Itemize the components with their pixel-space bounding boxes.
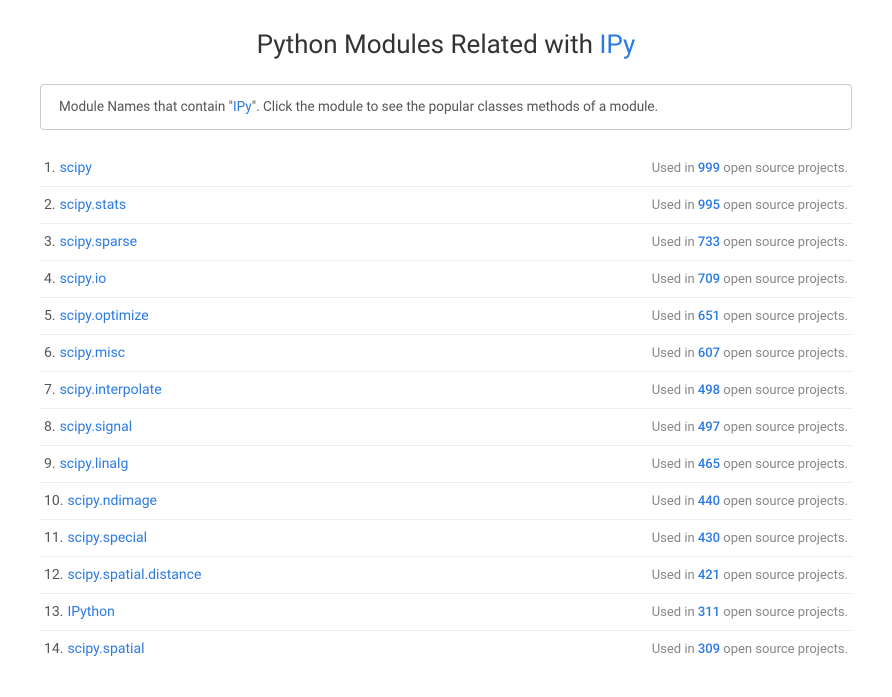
module-usage: Used in 498 open source projects. xyxy=(652,383,848,398)
module-rank: 3. xyxy=(44,234,56,250)
module-rank: 4. xyxy=(44,271,56,287)
usage-count: 651 xyxy=(698,309,720,324)
module-usage: Used in 311 open source projects. xyxy=(652,605,848,620)
module-left: 9.scipy.linalg xyxy=(44,456,128,472)
page-title: Python Modules Related with IPy xyxy=(40,30,852,60)
module-rank: 2. xyxy=(44,197,56,213)
module-usage: Used in 465 open source projects. xyxy=(652,457,848,472)
module-rank: 12. xyxy=(44,567,63,583)
module-link[interactable]: scipy.special xyxy=(67,530,147,546)
usage-count: 497 xyxy=(698,420,720,435)
module-usage: Used in 430 open source projects. xyxy=(652,531,848,546)
module-link[interactable]: IPython xyxy=(67,604,114,620)
usage-count: 311 xyxy=(698,605,720,620)
list-item: 3.scipy.sparse Used in 733 open source pr… xyxy=(40,224,852,261)
list-item: 12.scipy.spatial.distance Used in 421 ope… xyxy=(40,557,852,594)
module-left: 7.scipy.interpolate xyxy=(44,382,162,398)
module-link[interactable]: scipy.linalg xyxy=(60,456,129,472)
module-link[interactable]: scipy.misc xyxy=(60,345,126,361)
module-link[interactable]: scipy xyxy=(60,160,92,176)
module-link[interactable]: scipy.stats xyxy=(60,197,127,213)
list-item: 9.scipy.linalg Used in 465 open source pr… xyxy=(40,446,852,483)
list-item: 1.scipy Used in 999 open source projects. xyxy=(40,150,852,187)
module-left: 10.scipy.ndimage xyxy=(44,493,157,509)
module-left: 1.scipy xyxy=(44,160,92,176)
module-list: 1.scipy Used in 999 open source projects.… xyxy=(40,150,852,667)
module-rank: 13. xyxy=(44,604,63,620)
list-item: 4.scipy.io Used in 709 open source projec… xyxy=(40,261,852,298)
module-left: 2.scipy.stats xyxy=(44,197,126,213)
module-rank: 11. xyxy=(44,530,63,546)
module-rank: 10. xyxy=(44,493,63,509)
info-box: Module Names that contain "IPy". Click t… xyxy=(40,84,852,130)
usage-count: 733 xyxy=(698,235,720,250)
usage-count: 995 xyxy=(698,198,720,213)
module-left: 11.scipy.special xyxy=(44,530,147,546)
module-left: 8.scipy.signal xyxy=(44,419,132,435)
usage-count: 999 xyxy=(698,161,720,176)
module-left: 13.IPython xyxy=(44,604,115,620)
module-rank: 8. xyxy=(44,419,56,435)
module-usage: Used in 421 open source projects. xyxy=(652,568,848,583)
list-item: 2.scipy.stats Used in 995 open source pro… xyxy=(40,187,852,224)
module-rank: 5. xyxy=(44,308,56,324)
module-left: 5.scipy.optimize xyxy=(44,308,149,324)
module-rank: 1. xyxy=(44,160,56,176)
module-left: 6.scipy.misc xyxy=(44,345,125,361)
module-rank: 6. xyxy=(44,345,56,361)
list-item: 8.scipy.signal Used in 497 open source pr… xyxy=(40,409,852,446)
module-left: 3.scipy.sparse xyxy=(44,234,137,250)
module-usage: Used in 607 open source projects. xyxy=(652,346,848,361)
list-item: 7.scipy.interpolate Used in 498 open sour… xyxy=(40,372,852,409)
module-usage: Used in 497 open source projects. xyxy=(652,420,848,435)
list-item: 10.scipy.ndimage Used in 440 open source … xyxy=(40,483,852,520)
module-usage: Used in 440 open source projects. xyxy=(652,494,848,509)
module-usage: Used in 999 open source projects. xyxy=(652,161,848,176)
module-left: 4.scipy.io xyxy=(44,271,106,287)
module-link[interactable]: scipy.spatial xyxy=(67,641,144,657)
list-item: 13.IPython Used in 311 open source projec… xyxy=(40,594,852,631)
page-wrapper: Python Modules Related with IPy Module N… xyxy=(0,0,892,697)
usage-count: 430 xyxy=(698,531,720,546)
module-rank: 7. xyxy=(44,382,56,398)
list-item: 14.scipy.spatial Used in 309 open source … xyxy=(40,631,852,667)
module-link[interactable]: scipy.interpolate xyxy=(60,382,162,398)
module-usage: Used in 309 open source projects. xyxy=(652,642,848,657)
usage-count: 465 xyxy=(698,457,720,472)
module-link[interactable]: scipy.io xyxy=(60,271,107,287)
usage-count: 421 xyxy=(698,568,720,583)
usage-count: 607 xyxy=(698,346,720,361)
module-left: 12.scipy.spatial.distance xyxy=(44,567,201,583)
module-link[interactable]: scipy.signal xyxy=(60,419,133,435)
list-item: 6.scipy.misc Used in 607 open source proj… xyxy=(40,335,852,372)
module-usage: Used in 709 open source projects. xyxy=(652,272,848,287)
module-link[interactable]: scipy.optimize xyxy=(60,308,149,324)
module-rank: 14. xyxy=(44,641,63,657)
usage-count: 309 xyxy=(698,642,720,657)
module-link[interactable]: scipy.sparse xyxy=(60,234,137,250)
module-usage: Used in 733 open source projects. xyxy=(652,235,848,250)
module-left: 14.scipy.spatial xyxy=(44,641,144,657)
module-link[interactable]: scipy.spatial.distance xyxy=(67,567,201,583)
list-item: 5.scipy.optimize Used in 651 open source … xyxy=(40,298,852,335)
module-rank: 9. xyxy=(44,456,56,472)
usage-count: 498 xyxy=(698,383,720,398)
module-link[interactable]: scipy.ndimage xyxy=(67,493,157,509)
module-usage: Used in 651 open source projects. xyxy=(652,309,848,324)
list-item: 11.scipy.special Used in 430 open source … xyxy=(40,520,852,557)
usage-count: 709 xyxy=(698,272,720,287)
usage-count: 440 xyxy=(698,494,720,509)
module-usage: Used in 995 open source projects. xyxy=(652,198,848,213)
